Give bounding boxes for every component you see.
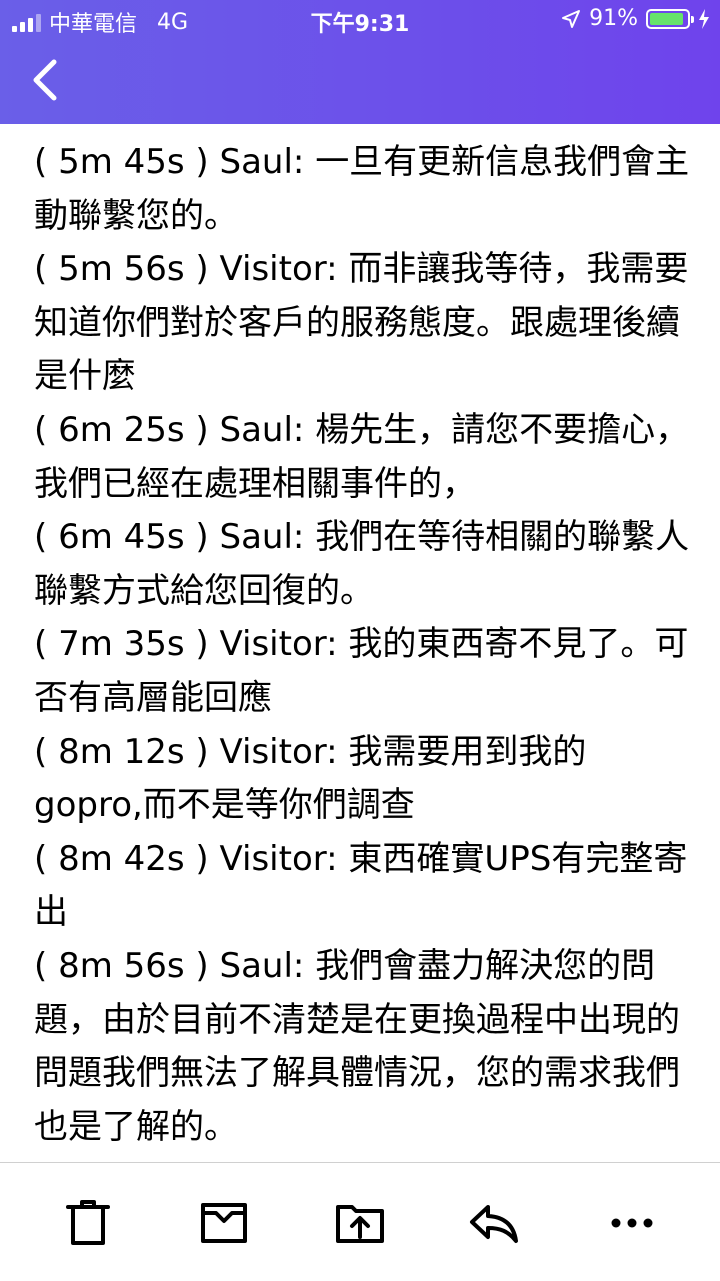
- archive-button[interactable]: [196, 1195, 252, 1251]
- message-timestamp: ( 6m 25s ): [34, 409, 209, 450]
- message-timestamp: ( 5m 45s ): [34, 142, 209, 182]
- message-speaker: Saul:: [219, 517, 305, 558]
- chevron-left-icon: [33, 59, 57, 101]
- chat-message: ( 7m 35s ) Visitor: 我的東西寄不見了。可否有高層能回應: [34, 618, 694, 725]
- bottom-toolbar: [0, 1162, 720, 1281]
- status-bar: 中華電信 4G 下午9:31 91%: [0, 0, 720, 40]
- message-timestamp: ( 6m 45s ): [34, 517, 209, 558]
- chat-message: ( 8m 42s ) Visitor: 東西確實UPS有完整寄出: [34, 833, 694, 940]
- move-to-folder-icon: [336, 1205, 384, 1243]
- charging-bolt-icon: [699, 8, 709, 29]
- back-button[interactable]: [26, 56, 66, 104]
- message-speaker: Saul:: [219, 142, 305, 182]
- trash-icon: [66, 1200, 110, 1245]
- message-timestamp: ( 8m 12s ): [34, 731, 209, 772]
- message-timestamp: ( 8m 56s ): [34, 945, 209, 986]
- message-speaker: Saul:: [219, 945, 305, 986]
- message-timestamp: ( 7m 35s ): [34, 624, 209, 665]
- message-speaker: Visitor:: [219, 249, 338, 290]
- battery-percent: 91%: [589, 6, 638, 31]
- chat-message: ( 5m 45s ) Saul: 一旦有更新信息我們會主動聯繫您的。: [34, 136, 694, 243]
- chat-message: ( 6m 25s ) Saul: 楊先生，請您不要擔心，我們已經在處理相關事件的…: [34, 404, 694, 511]
- message-timestamp: ( 8m 42s ): [34, 838, 209, 879]
- signal-strength-icon: [12, 12, 41, 32]
- message-speaker: Visitor:: [219, 624, 338, 665]
- message-speaker: Visitor:: [219, 731, 338, 772]
- location-arrow-icon: [562, 9, 581, 28]
- message-timestamp: ( 5m 56s ): [34, 249, 209, 290]
- chat-message: ( 8m 56s ) Saul: 我們會盡力解決您的問題，由於目前不清楚是在更換…: [34, 940, 694, 1154]
- move-to-folder-button[interactable]: [332, 1195, 388, 1251]
- chat-message: ( 8m 12s ) Visitor: 我需要用到我的gopro,而不是等你們調…: [34, 726, 694, 833]
- message-speaker: Saul:: [219, 409, 305, 450]
- reply-icon: [470, 1205, 518, 1243]
- trash-button[interactable]: [60, 1195, 116, 1251]
- chat-message: ( 6m 45s ) Saul: 我們在等待相關的聯繫人聯繫方式給您回復的。: [34, 511, 694, 618]
- battery-level: [650, 12, 683, 25]
- chat-message: ( 5m 56s ) Visitor: 而非讓我等待，我需要知道你們對於客戶的服…: [34, 243, 694, 404]
- reply-button[interactable]: [466, 1195, 522, 1251]
- carrier-label: 中華電信: [49, 12, 138, 37]
- archive-icon: [201, 1203, 247, 1243]
- battery-icon: [646, 8, 694, 29]
- more-button[interactable]: [604, 1195, 660, 1251]
- message-speaker: Visitor:: [219, 838, 338, 879]
- more-icon: [611, 1218, 653, 1228]
- network-label: 4G: [157, 9, 189, 35]
- chat-transcript: ( 5m 45s ) Saul: 一旦有更新信息我們會主動聯繫您的。( 5m 5…: [34, 136, 694, 1154]
